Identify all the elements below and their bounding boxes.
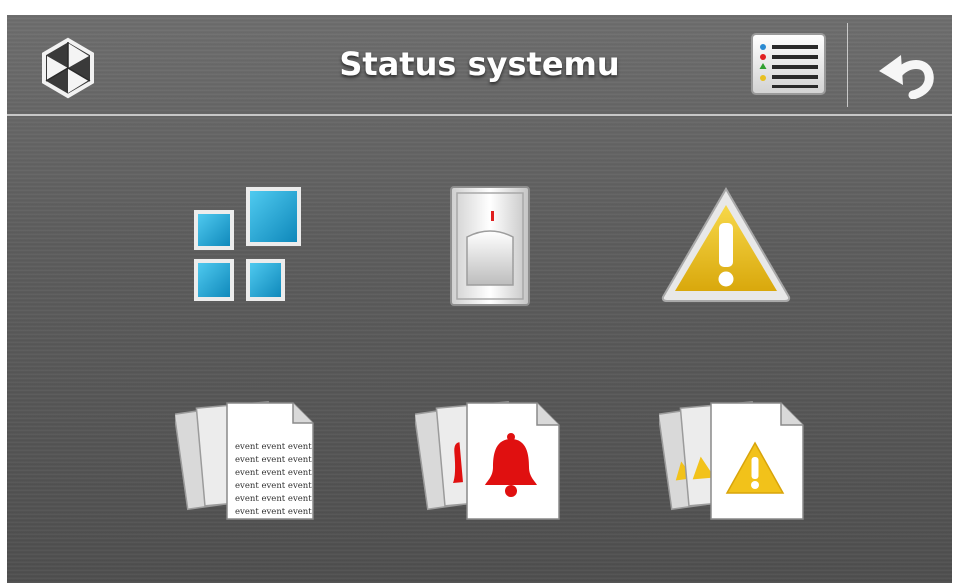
motion-detector-icon xyxy=(450,186,530,306)
trouble-log-tile[interactable] xyxy=(659,389,809,523)
event-text-line: event event event xyxy=(235,442,312,452)
zones-status-tile[interactable] xyxy=(190,185,302,303)
event-text-line: event event event xyxy=(235,468,312,478)
list-menu-icon xyxy=(751,33,826,95)
warning-documents-icon xyxy=(659,401,804,520)
menu-list-button[interactable] xyxy=(750,32,827,96)
header-separator xyxy=(847,23,848,107)
event-text-line: event event event xyxy=(235,481,312,491)
header-bar: Status systemu xyxy=(7,15,952,116)
troubles-tile[interactable] xyxy=(659,185,793,305)
event-text-line: event event event xyxy=(235,507,312,517)
alarm-log-tile[interactable] xyxy=(415,389,565,523)
alarm-bell-documents-icon xyxy=(415,401,560,520)
system-status-screen: Status systemu event event event event e… xyxy=(7,15,952,583)
header-divider xyxy=(7,114,952,116)
back-arrow-icon xyxy=(879,55,934,99)
event-text-line: event event event xyxy=(235,494,312,504)
back-button[interactable] xyxy=(875,35,941,99)
event-text-line: event event event xyxy=(235,455,312,465)
detector-status-tile[interactable] xyxy=(447,185,533,307)
zones-grid-icon xyxy=(194,187,301,301)
event-log-tile[interactable]: event event event event event event even… xyxy=(175,389,319,523)
event-documents-icon: event event event event event event even… xyxy=(175,401,314,520)
warning-triangle-icon xyxy=(661,187,791,302)
